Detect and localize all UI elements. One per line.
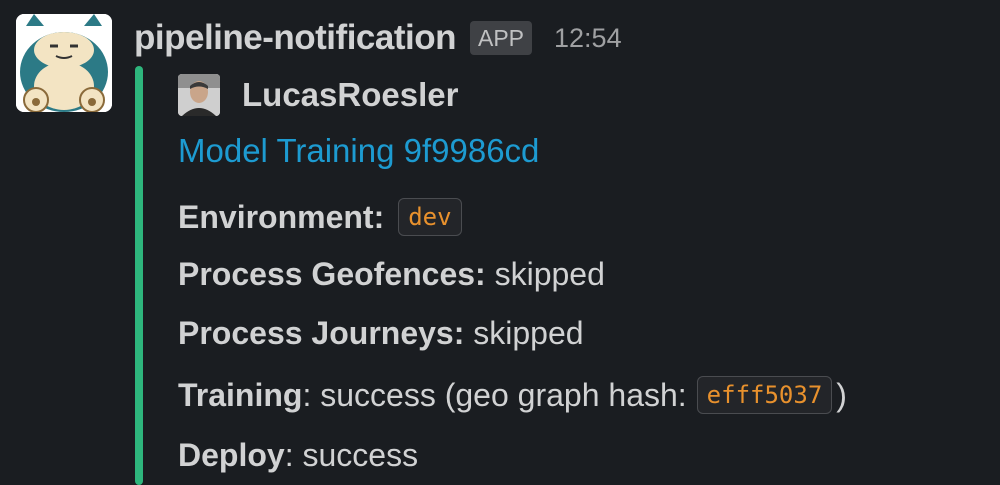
- message: pipeline-notification APP 12:54 LucasRoe…: [0, 0, 1000, 485]
- field-label: Process Journeys:: [178, 314, 465, 351]
- field-value: skipped: [464, 314, 584, 351]
- app-badge: APP: [469, 21, 533, 55]
- field-value-suffix: ): [836, 376, 847, 413]
- attachment-author: LucasRoesler: [178, 74, 458, 116]
- field-label: Training: [178, 376, 303, 413]
- field-deploy: Deploy : success: [178, 433, 418, 477]
- timestamp[interactable]: 12:54: [554, 23, 622, 54]
- geo-graph-hash-code: efff5037: [696, 376, 833, 414]
- field-process-geofences: Process Geofences: skipped: [178, 252, 605, 296]
- field-environment: Environment: dev: [178, 192, 466, 242]
- field-value: : success (geo graph hash:: [302, 376, 687, 413]
- field-label: Deploy: [178, 436, 285, 473]
- user-photo-icon[interactable]: [178, 74, 220, 116]
- environment-code: dev: [398, 198, 462, 236]
- field-training: Training : success (geo graph hash: efff…: [178, 370, 847, 420]
- field-value: : success: [284, 436, 419, 473]
- author-name[interactable]: LucasRoesler: [242, 76, 458, 114]
- attachment-color-bar: [135, 66, 143, 485]
- field-value: skipped: [485, 255, 605, 292]
- snorlax-avatar-icon[interactable]: [16, 14, 112, 112]
- field-label: Environment:: [178, 198, 385, 235]
- app-name[interactable]: pipeline-notification: [134, 18, 456, 58]
- message-header: pipeline-notification APP 12:54: [134, 14, 622, 62]
- attachment-title-link[interactable]: Model Training 9f9986cd: [178, 132, 539, 170]
- field-process-journeys: Process Journeys: skipped: [178, 311, 584, 355]
- field-label: Process Geofences:: [178, 255, 486, 292]
